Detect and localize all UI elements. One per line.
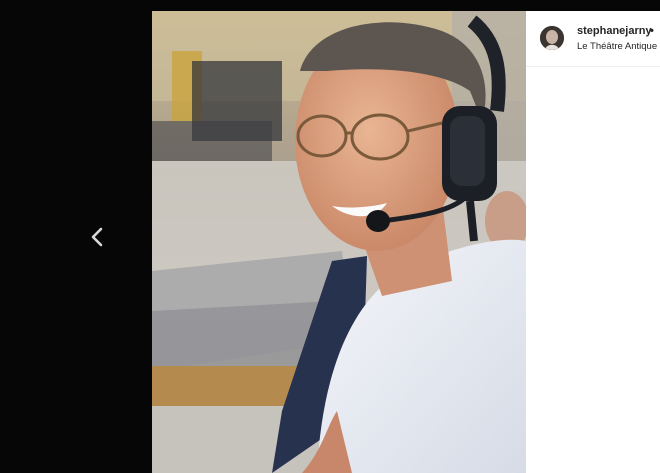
- post-header: stephanejarny • Le Théâtre Antique d: [526, 11, 660, 67]
- location-link[interactable]: Le Théâtre Antique d: [577, 41, 660, 52]
- username-link[interactable]: stephanejarny: [577, 25, 652, 37]
- post-details-panel: stephanejarny • Le Théâtre Antique d: [526, 11, 660, 473]
- post-photo: [152, 11, 526, 473]
- profile-avatar[interactable]: [540, 26, 564, 50]
- chevron-left-icon: [91, 227, 103, 247]
- previous-post-button[interactable]: [84, 222, 110, 252]
- separator-dot: •: [650, 25, 654, 37]
